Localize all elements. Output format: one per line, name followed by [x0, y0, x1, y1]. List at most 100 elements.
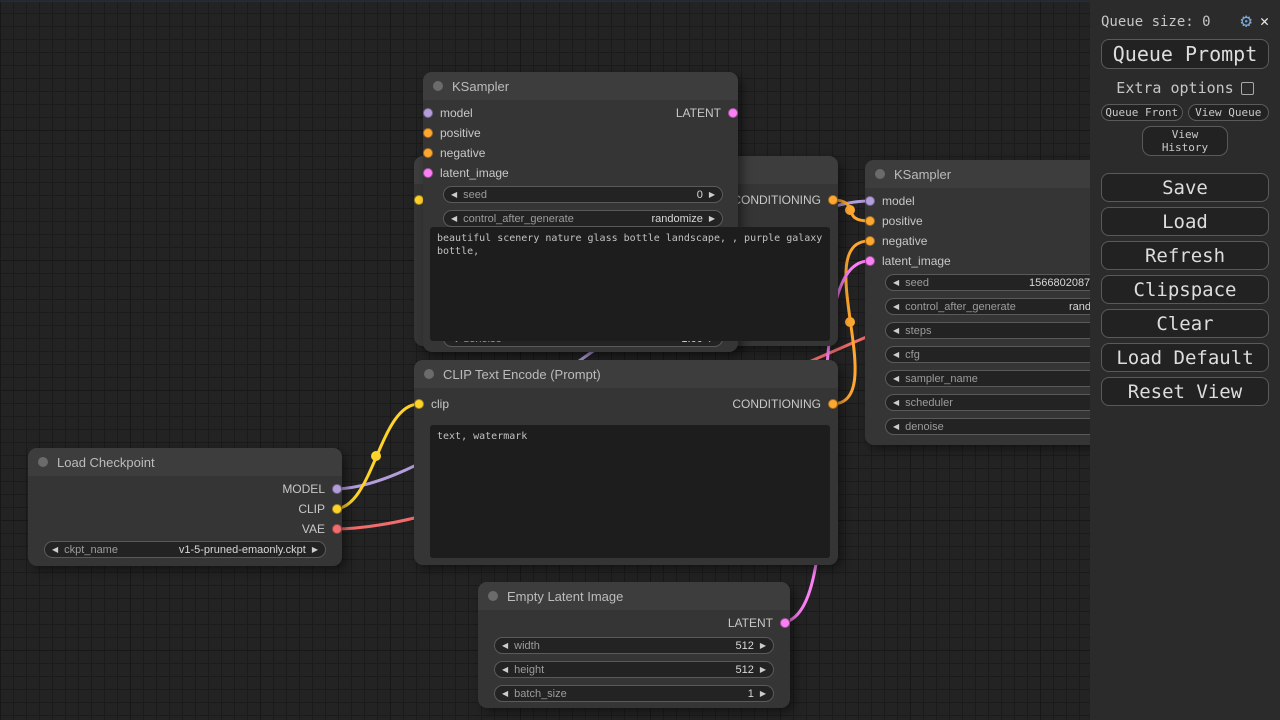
decrement-arrow-icon[interactable]: ◀: [502, 689, 508, 698]
clipspace-button[interactable]: Clipspace: [1101, 275, 1269, 304]
port-label: CLIP: [298, 502, 325, 516]
collapse-dot-icon[interactable]: [38, 457, 48, 467]
port-dot-clip[interactable]: [332, 504, 342, 514]
output-port-vae[interactable]: VAE: [302, 519, 342, 539]
port-dot-latent-image[interactable]: [865, 256, 875, 266]
queue-front-button[interactable]: Queue Front: [1101, 104, 1183, 121]
decrement-arrow-icon[interactable]: ◀: [502, 665, 508, 674]
widget-batch-size[interactable]: ◀ batch_size 1 ▶: [494, 685, 774, 702]
port-dot-latent[interactable]: [728, 108, 738, 118]
widget-height[interactable]: ◀ height 512 ▶: [494, 661, 774, 678]
decrement-arrow-icon[interactable]: ◀: [451, 214, 457, 223]
output-port-model[interactable]: MODEL: [282, 479, 342, 499]
input-port-model[interactable]: model: [865, 191, 915, 211]
decrement-arrow-icon[interactable]: ◀: [893, 302, 899, 311]
view-queue-button[interactable]: View Queue: [1188, 104, 1270, 121]
decrement-arrow-icon[interactable]: ◀: [451, 190, 457, 199]
port-label: LATENT: [676, 106, 721, 120]
link-midpoint-dot: [845, 205, 855, 215]
widget-seed[interactable]: ◀ seed 0 ▶: [443, 186, 723, 203]
negative-prompt-textarea[interactable]: text, watermark: [430, 425, 830, 558]
reset-view-button[interactable]: Reset View: [1101, 377, 1269, 406]
decrement-arrow-icon[interactable]: ◀: [893, 326, 899, 335]
output-port-latent[interactable]: LATENT: [728, 613, 790, 633]
port-label: MODEL: [282, 482, 325, 496]
port-label: LATENT: [728, 616, 773, 630]
increment-arrow-icon[interactable]: ▶: [709, 190, 715, 199]
widget-width[interactable]: ◀ width 512 ▶: [494, 637, 774, 654]
collapse-dot-icon[interactable]: [424, 369, 434, 379]
decrement-arrow-icon[interactable]: ◀: [893, 278, 899, 287]
decrement-arrow-icon[interactable]: ◀: [502, 641, 508, 650]
port-label: model: [440, 106, 473, 120]
port-dot-model[interactable]: [332, 484, 342, 494]
increment-arrow-icon[interactable]: ▶: [760, 689, 766, 698]
increment-arrow-icon[interactable]: ▶: [760, 665, 766, 674]
next-option-arrow-icon[interactable]: ▶: [312, 545, 318, 554]
port-dot-negative[interactable]: [423, 148, 433, 158]
prev-option-arrow-icon[interactable]: ◀: [52, 545, 58, 554]
decrement-arrow-icon[interactable]: ◀: [893, 374, 899, 383]
increment-arrow-icon[interactable]: ▶: [760, 641, 766, 650]
graph-canvas[interactable]: CLIP Text Encode (Prompt) clip CONDITION…: [0, 0, 1090, 720]
port-dot-clip[interactable]: [414, 399, 424, 409]
input-port-latent-image[interactable]: latent_image: [865, 251, 951, 271]
extra-options-checkbox[interactable]: [1241, 82, 1254, 95]
save-button[interactable]: Save: [1101, 173, 1269, 202]
port-dot-positive[interactable]: [865, 216, 875, 226]
port-label: VAE: [302, 522, 325, 536]
widget-control-after-generate[interactable]: ◀ control_after_generate randomize ▶: [443, 210, 723, 227]
input-port-negative[interactable]: negative: [423, 143, 485, 163]
node-empty-latent-image[interactable]: Empty Latent Image LATENT ◀ width 512 ▶ …: [478, 582, 790, 708]
node-title-bar[interactable]: CLIP Text Encode (Prompt): [414, 360, 838, 388]
view-history-button[interactable]: View History: [1142, 126, 1228, 156]
canvas-top-border: [0, 0, 1090, 2]
output-port-conditioning[interactable]: CONDITIONING: [732, 190, 838, 210]
node-title: KSampler: [894, 167, 951, 182]
input-port-model[interactable]: model: [423, 103, 473, 123]
collapse-dot-icon[interactable]: [875, 169, 885, 179]
load-button[interactable]: Load: [1101, 207, 1269, 236]
node-load-checkpoint[interactable]: Load Checkpoint MODEL CLIP VAE ◀ ckpt_na…: [28, 448, 342, 566]
port-dot-model[interactable]: [865, 196, 875, 206]
queue-size-label: Queue size: 0: [1101, 14, 1233, 30]
input-port-positive[interactable]: positive: [423, 123, 481, 143]
node-title: CLIP Text Encode (Prompt): [443, 367, 601, 382]
input-port-clip[interactable]: clip: [414, 394, 449, 414]
port-dot-model[interactable]: [423, 108, 433, 118]
port-dot-latent[interactable]: [780, 618, 790, 628]
node-title: KSampler: [452, 79, 509, 94]
close-menu-icon[interactable]: ✕: [1260, 14, 1269, 29]
input-port-negative[interactable]: negative: [865, 231, 927, 251]
decrement-arrow-icon[interactable]: ◀: [893, 422, 899, 431]
collapse-dot-icon[interactable]: [488, 591, 498, 601]
input-port-positive[interactable]: positive: [865, 211, 923, 231]
link-midpoint-dot: [371, 451, 381, 461]
output-port-clip[interactable]: CLIP: [298, 499, 342, 519]
refresh-button[interactable]: Refresh: [1101, 241, 1269, 270]
collapse-dot-icon[interactable]: [433, 81, 443, 91]
port-dot-positive[interactable]: [423, 128, 433, 138]
output-port-latent[interactable]: LATENT: [676, 103, 738, 123]
node-title-bar[interactable]: Empty Latent Image: [478, 582, 790, 610]
output-port-conditioning[interactable]: CONDITIONING: [732, 394, 838, 414]
port-dot-negative[interactable]: [865, 236, 875, 246]
decrement-arrow-icon[interactable]: ◀: [893, 398, 899, 407]
port-dot-conditioning[interactable]: [828, 399, 838, 409]
input-port-latent-image[interactable]: latent_image: [423, 163, 509, 183]
node-title-bar[interactable]: Load Checkpoint: [28, 448, 342, 476]
port-label: negative: [882, 234, 927, 248]
port-dot-vae[interactable]: [332, 524, 342, 534]
widget-ckpt-name[interactable]: ◀ ckpt_name v1-5-pruned-emaonly.ckpt ▶: [44, 541, 326, 558]
increment-arrow-icon[interactable]: ▶: [709, 214, 715, 223]
positive-prompt-textarea[interactable]: beautiful scenery nature glass bottle la…: [430, 227, 830, 341]
decrement-arrow-icon[interactable]: ◀: [893, 350, 899, 359]
port-dot-conditioning[interactable]: [828, 195, 838, 205]
queue-prompt-button[interactable]: Queue Prompt: [1101, 39, 1269, 69]
node-title-bar[interactable]: KSampler: [423, 72, 738, 100]
load-default-button[interactable]: Load Default: [1101, 343, 1269, 372]
port-dot-latent-image[interactable]: [423, 168, 433, 178]
node-title: Empty Latent Image: [507, 589, 623, 604]
clear-button[interactable]: Clear: [1101, 309, 1269, 338]
settings-gear-icon[interactable]: ⚙: [1241, 12, 1252, 31]
